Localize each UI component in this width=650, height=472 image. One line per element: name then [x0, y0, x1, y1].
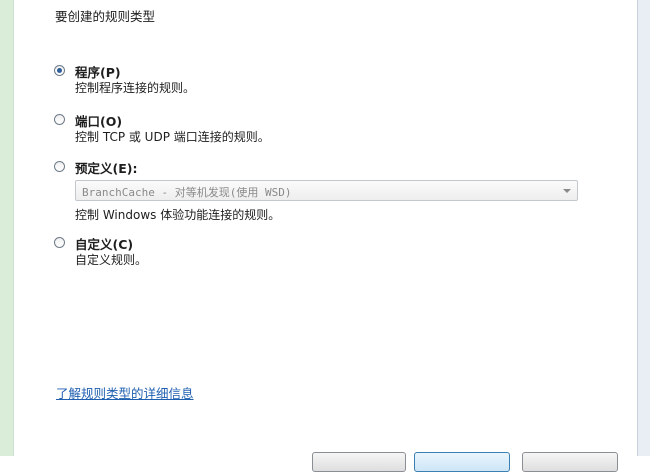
radio-program[interactable] — [54, 65, 65, 76]
rule-types-help-link[interactable]: 了解规则类型的详细信息 — [56, 383, 194, 402]
radio-predefined[interactable] — [54, 161, 65, 172]
radio-custom[interactable] — [54, 237, 65, 248]
predefined-rule-select-value: BranchCache - 对等机发现(使用 WSD) — [82, 186, 292, 199]
option-predefined-label[interactable]: 预定义(E): — [75, 158, 137, 177]
chevron-down-icon[interactable] — [563, 189, 571, 193]
option-custom-description: 自定义规则。 — [75, 253, 148, 267]
radio-port[interactable] — [54, 114, 65, 125]
option-predefined-description: 控制 Windows 体验功能连接的规则。 — [75, 208, 281, 222]
option-program-description: 控制程序连接的规则。 — [75, 81, 196, 95]
next-button[interactable] — [414, 452, 510, 472]
predefined-rule-select[interactable]: BranchCache - 对等机发现(使用 WSD) — [75, 180, 578, 201]
back-button[interactable] — [312, 452, 406, 472]
left-panel-strip — [0, 0, 14, 456]
cancel-button[interactable] — [522, 452, 618, 472]
page-heading: 要创建的规则类型 — [55, 9, 156, 24]
window-right-border — [637, 0, 650, 456]
option-port-description: 控制 TCP 或 UDP 端口连接的规则。 — [75, 130, 270, 144]
